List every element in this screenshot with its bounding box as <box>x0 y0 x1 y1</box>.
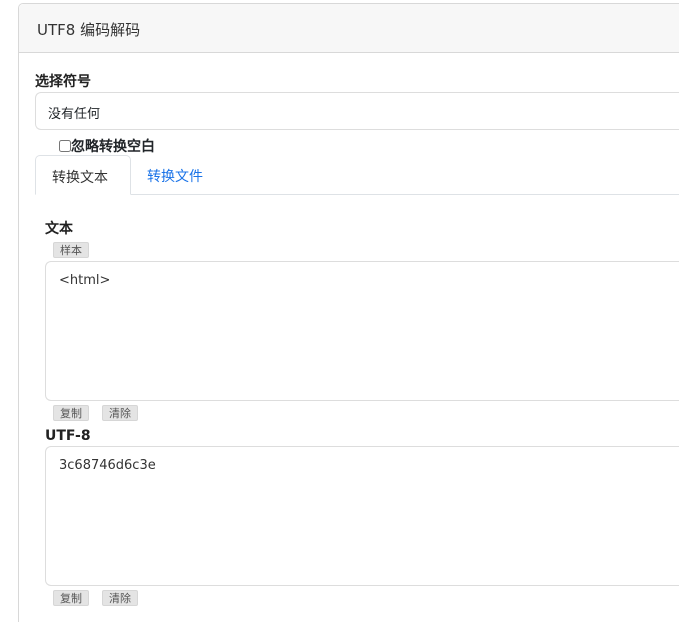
tab-convert-file[interactable]: 转换文件 <box>131 155 219 195</box>
text-copy-button[interactable]: 复制 <box>53 405 89 421</box>
sample-button[interactable]: 样本 <box>53 242 89 258</box>
card-header: UTF8 编码解码 <box>19 4 679 53</box>
text-clear-button[interactable]: 清除 <box>102 405 138 421</box>
tab-convert-text[interactable]: 转换文本 <box>35 155 131 195</box>
utf8-output[interactable]: 3c68746d6c3e <box>45 446 679 586</box>
utf8-copy-button[interactable]: 复制 <box>53 590 89 606</box>
ignore-whitespace-checkbox[interactable]: 忽略转换空白 <box>59 136 155 156</box>
card-title: UTF8 编码解码 <box>37 21 141 39</box>
symbol-label: 选择符号 <box>35 74 91 90</box>
utf8-label: UTF-8 <box>45 428 91 444</box>
ignore-whitespace-input[interactable] <box>59 140 71 152</box>
text-input[interactable]: <html> <box>45 261 679 401</box>
text-label: 文本 <box>45 221 73 237</box>
utf8-clear-button[interactable]: 清除 <box>102 590 138 606</box>
symbol-select[interactable]: 没有任何 <box>35 92 679 130</box>
ignore-whitespace-label: 忽略转换空白 <box>71 139 155 155</box>
